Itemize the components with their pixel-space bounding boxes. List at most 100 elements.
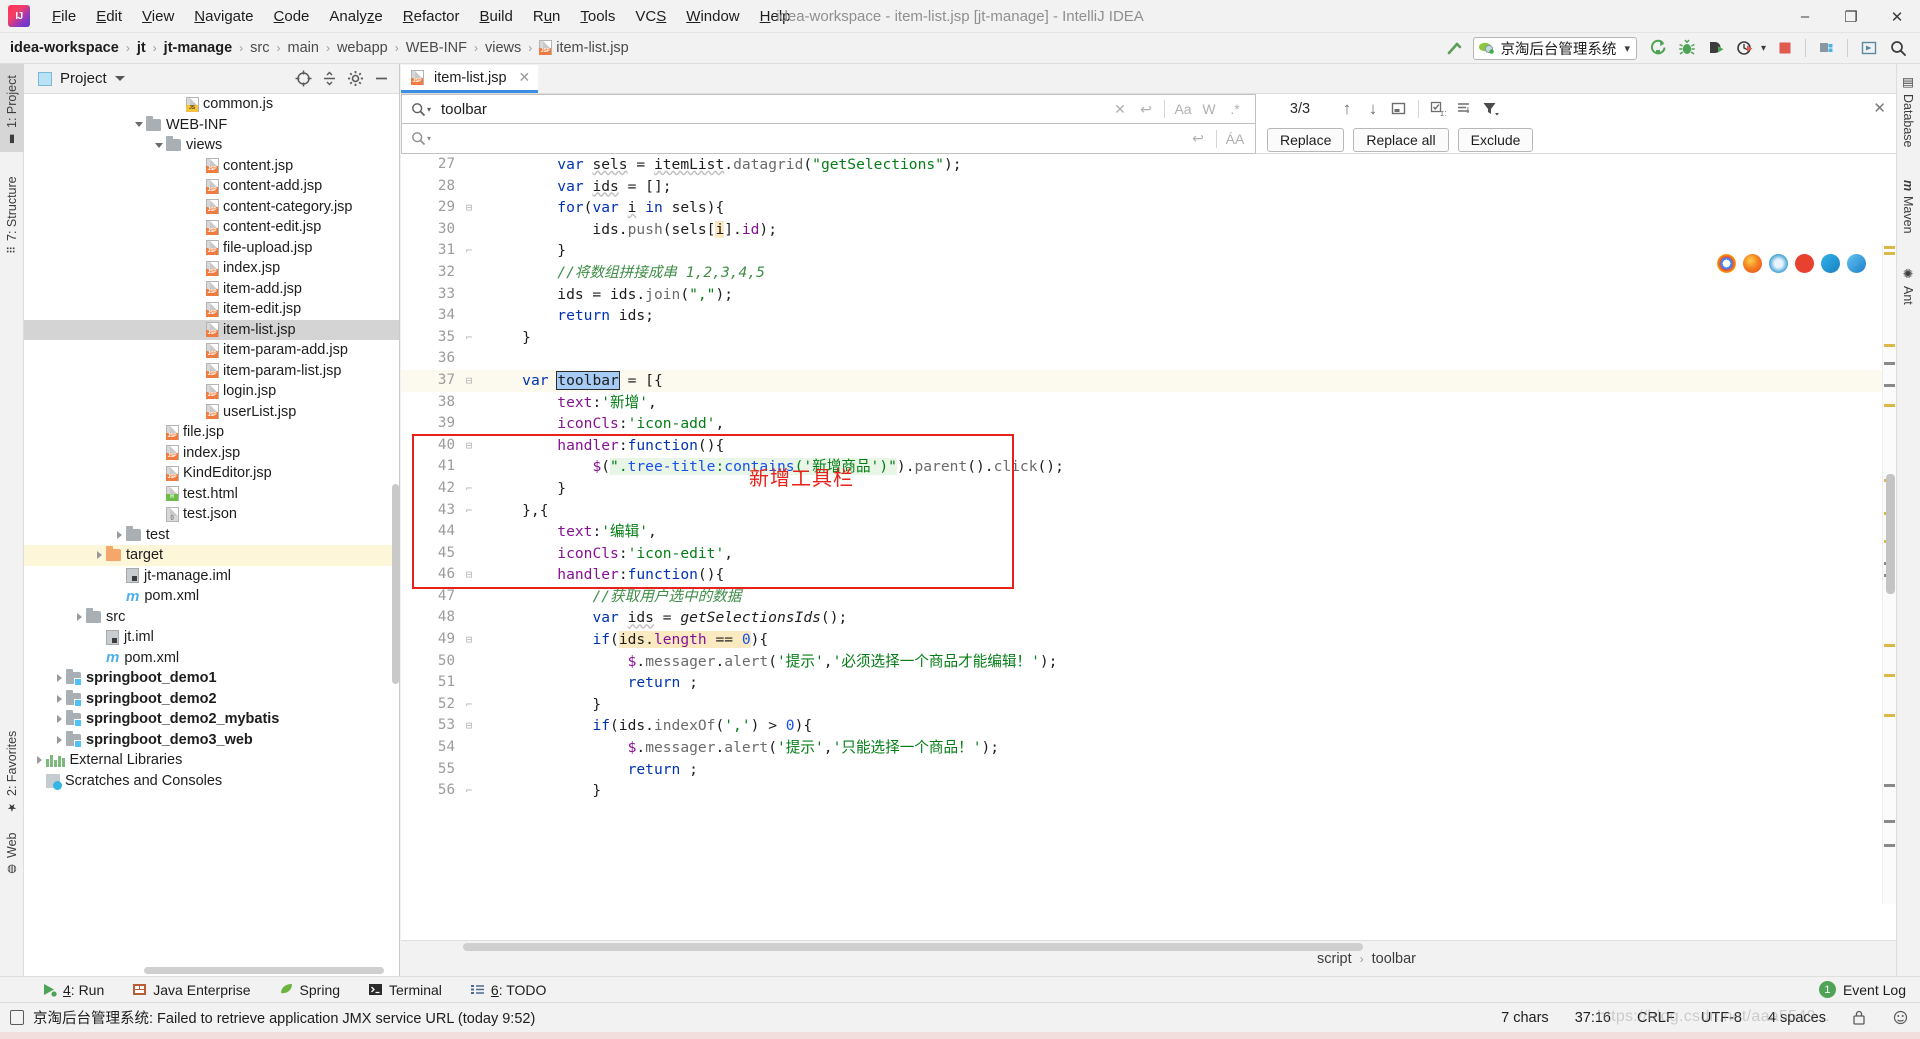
menu-item-view[interactable]: View (132, 5, 184, 28)
replace-input[interactable] (439, 129, 1186, 148)
tree-item-views[interactable]: views (24, 135, 399, 156)
code-lines[interactable]: 27 var sels = itemList.datagrid("getSele… (401, 154, 1896, 940)
find-previous-icon[interactable]: ↑ (1335, 97, 1359, 121)
code-line-29[interactable]: 29 ⊟ for(var i in sels){ (401, 197, 1896, 219)
editor-marker-lane[interactable] (1882, 244, 1896, 904)
browser-launch-bar[interactable] (1717, 254, 1866, 273)
code-editor[interactable]: 27 var sels = itemList.datagrid("getSele… (401, 154, 1896, 940)
fold-end-icon[interactable]: ⌐ (463, 327, 475, 349)
replace-all-button[interactable]: Replace all (1353, 128, 1449, 152)
sidebar-item-web[interactable]: ◍ Web (0, 826, 24, 882)
editor-horizontal-scrollbar[interactable] (463, 943, 1363, 951)
tree-item-jt-manage-iml[interactable]: jt-manage.iml (24, 566, 399, 587)
tree-item-login-jsp[interactable]: JSP login.jsp (24, 381, 399, 402)
search-history-icon[interactable]: ↩ (1134, 97, 1158, 121)
expand-arrow-icon[interactable] (52, 733, 66, 747)
tree-item-index-jsp[interactable]: JSP index.jsp (24, 258, 399, 279)
code-line-38[interactable]: 38 text:'新增', (401, 392, 1896, 414)
status-line-separator[interactable]: CRLF (1637, 1010, 1675, 1026)
tree-item-springboot-demo3-web[interactable]: springboot_demo3_web (24, 730, 399, 751)
code-line-45[interactable]: 45 iconCls:'icon-edit', (401, 543, 1896, 565)
profiler-icon[interactable] (1732, 35, 1759, 62)
code-line-46[interactable]: 46 ⊟ handler:function(){ (401, 564, 1896, 586)
fold-collapse-icon[interactable]: ⊟ (463, 370, 475, 392)
replace-button[interactable]: Replace (1267, 128, 1345, 152)
opera-icon[interactable] (1795, 254, 1814, 273)
update-icon[interactable] (1855, 35, 1882, 62)
tree-item-test-json[interactable]: {} test.json (24, 504, 399, 525)
breadcrumb-item-item-list-jsp[interactable]: JSP item-list.jsp (539, 40, 629, 56)
close-icon[interactable]: ✕ (519, 69, 531, 86)
sidebar-item-favorites[interactable]: ★ 2: Favorites (0, 714, 24, 820)
status-caret-position[interactable]: 37:16 (1575, 1010, 1611, 1026)
tree-item-springboot-demo2[interactable]: springboot_demo2 (24, 689, 399, 710)
replace-search-icon[interactable]: ▾ (411, 131, 431, 146)
code-line-41[interactable]: 41 $(".tree-title:contains('新增商品')").par… (401, 456, 1896, 478)
code-line-48[interactable]: 48 var ids = getSelectionsIds(); (401, 607, 1896, 629)
expand-arrow-icon[interactable] (52, 671, 66, 685)
fold-end-icon[interactable]: ⌐ (463, 780, 475, 802)
code-line-28[interactable]: 28 var ids = []; (401, 176, 1896, 198)
code-line-35[interactable]: 35 ⌐ } (401, 327, 1896, 349)
code-line-27[interactable]: 27 var sels = itemList.datagrid("getSele… (401, 154, 1896, 176)
code-line-36[interactable]: 36 (401, 348, 1896, 370)
whole-words-icon[interactable]: W (1197, 97, 1221, 121)
search-input[interactable] (439, 99, 1108, 119)
tree-item-pom-xml[interactable]: m pom.xml (24, 648, 399, 669)
stop-square-icon[interactable] (1771, 35, 1798, 62)
tool-window-6-todo[interactable]: 6: TODO (456, 982, 561, 998)
edge-icon[interactable] (1821, 254, 1840, 273)
status-indent[interactable]: 4 spaces (1768, 1010, 1826, 1026)
menu-item-window[interactable]: Window (676, 5, 749, 28)
tree-item-item-param-list-jsp[interactable]: JSP item-param-list.jsp (24, 361, 399, 382)
tree-item-index-jsp[interactable]: JSP index.jsp (24, 443, 399, 464)
code-line-51[interactable]: 51 return ; (401, 672, 1896, 694)
project-horizontal-scrollbar[interactable] (144, 967, 384, 974)
code-line-53[interactable]: 53 ⊟ if(ids.indexOf(',') > 0){ (401, 715, 1896, 737)
event-log-button[interactable]: 1 Event Log (1818, 981, 1920, 998)
clear-search-icon[interactable]: ✕ (1108, 97, 1132, 121)
tree-item-web-inf[interactable]: WEB-INF (24, 115, 399, 136)
tree-item-src[interactable]: src (24, 607, 399, 628)
fold-collapse-icon[interactable]: ⊟ (463, 564, 475, 586)
in-selection-icon[interactable]: II (1426, 97, 1450, 121)
tree-item-jt-iml[interactable]: jt.iml (24, 627, 399, 648)
status-encoding[interactable]: UTF-8 (1701, 1010, 1742, 1026)
editor-vertical-scrollbar[interactable] (1886, 474, 1895, 594)
editor-breadcrumb-script[interactable]: script (1317, 951, 1352, 967)
chrome-icon[interactable] (1717, 254, 1736, 273)
code-line-50[interactable]: 50 $.messager.alert('提示','必须选择一个商品才能编辑！'… (401, 651, 1896, 673)
code-line-42[interactable]: 42 ⌐ } (401, 478, 1896, 500)
fold-collapse-icon[interactable]: ⊟ (463, 197, 475, 219)
breadcrumb-item-views[interactable]: views (485, 40, 521, 56)
close-find-bar-icon[interactable]: ✕ (1873, 99, 1886, 117)
expand-arrow-icon[interactable] (52, 692, 66, 706)
tree-item-file-upload-jsp[interactable]: JSP file-upload.jsp (24, 238, 399, 259)
code-line-43[interactable]: 43 ⌐ },{ (401, 500, 1896, 522)
breadcrumb-item-idea-workspace[interactable]: idea-workspace (10, 40, 119, 56)
preserve-case-icon[interactable]: ÁA (1223, 127, 1247, 151)
menu-item-navigate[interactable]: Navigate (184, 5, 263, 28)
menu-item-edit[interactable]: Edit (86, 5, 132, 28)
code-line-40[interactable]: 40 ⊟ handler:function(){ (401, 435, 1896, 457)
collapse-all-icon[interactable] (317, 67, 341, 91)
expand-arrow-icon[interactable] (112, 528, 126, 542)
regex-icon[interactable]: .* (1223, 97, 1247, 121)
code-line-44[interactable]: 44 text:'编辑', (401, 521, 1896, 543)
tree-item-item-param-add-jsp[interactable]: JSP item-param-add.jsp (24, 340, 399, 361)
collapse-arrow-icon[interactable] (132, 118, 146, 132)
find-next-icon[interactable]: ↓ (1361, 97, 1385, 121)
chevron-down-icon[interactable]: ▾ (1624, 42, 1630, 55)
close-button[interactable]: ✕ (1874, 0, 1920, 33)
tree-item-scratches-and-consoles[interactable]: Scratches and Consoles (24, 771, 399, 792)
project-tree[interactable]: JS common.js WEB-INF views JSP content.jsp JSP… (24, 94, 399, 976)
tree-item-userlist-jsp[interactable]: JSP userList.jsp (24, 402, 399, 423)
tree-item-content-category-jsp[interactable]: JSP content-category.jsp (24, 197, 399, 218)
tree-item-external-libraries[interactable]: External Libraries (24, 750, 399, 771)
maximize-button[interactable]: ❐ (1828, 0, 1874, 33)
tree-item-item-edit-jsp[interactable]: JSP item-edit.jsp (24, 299, 399, 320)
menu-item-code[interactable]: Code (264, 5, 320, 28)
tree-item-common-js[interactable]: JS common.js (24, 94, 399, 115)
run-configuration-selector[interactable]: 京淘后台管理系统 ▾ (1473, 36, 1637, 60)
balloon-notification-icon[interactable] (10, 1010, 24, 1025)
